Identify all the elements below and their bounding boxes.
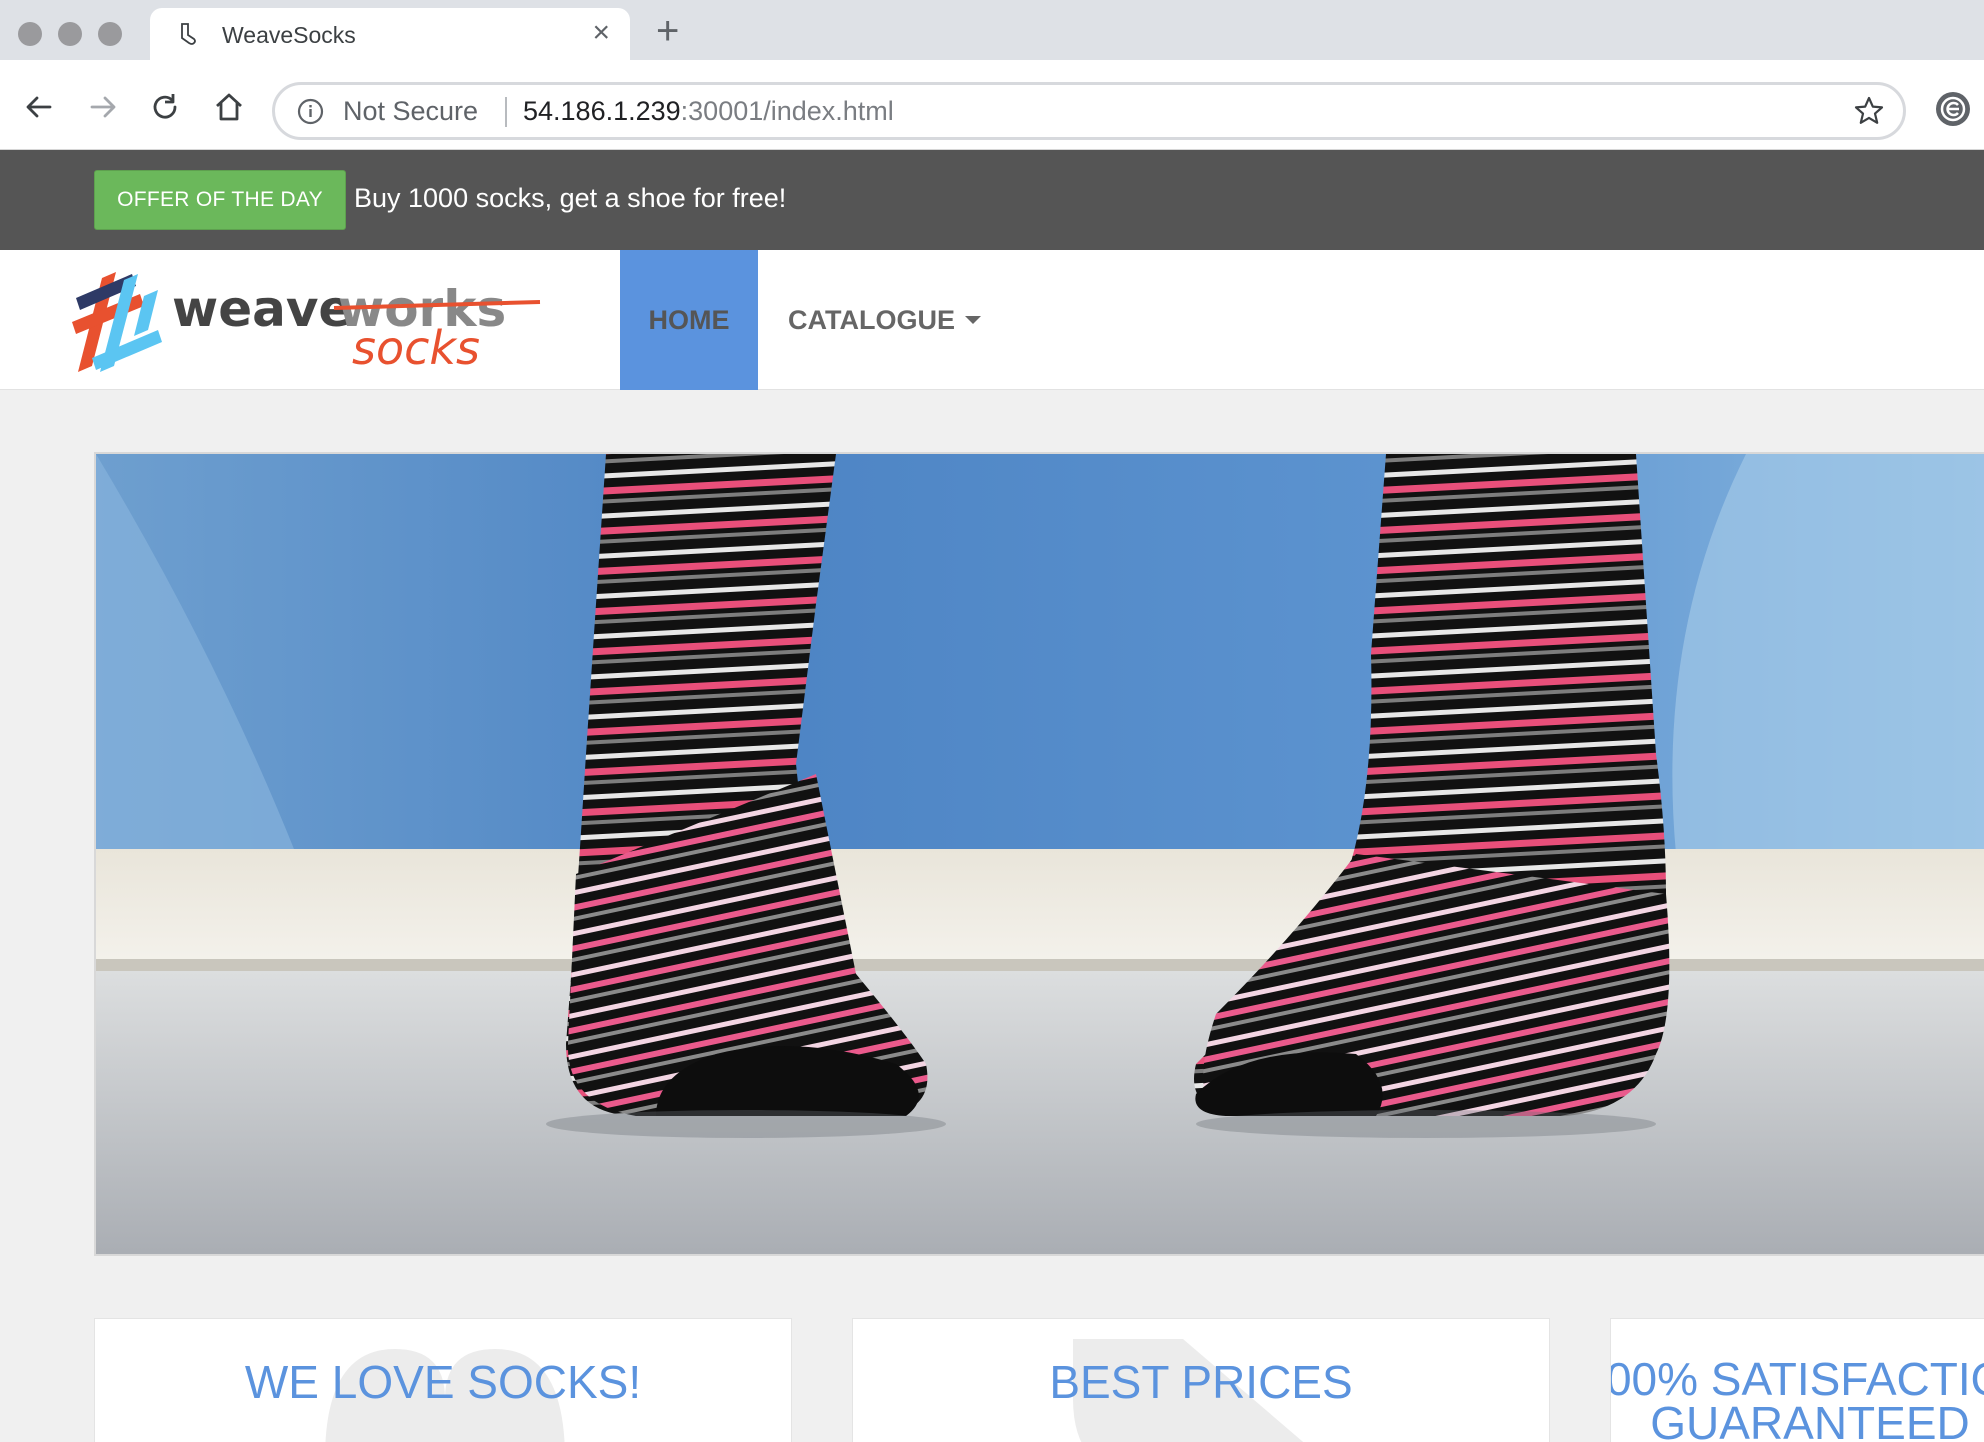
site-navbar: weave works socks HOME CATALOGUE [0,250,1984,390]
url-separator [505,97,507,127]
nav-catalogue[interactable]: CATALOGUE [788,250,981,390]
close-window-button[interactable] [18,22,42,46]
bookmark-star-icon[interactable] [1853,95,1885,127]
logo-word-socks: socks [352,321,480,372]
url-host: 54.186.1.239 [523,96,681,126]
extension-icon[interactable] [1936,92,1970,126]
weaveworks-socks-logo[interactable]: weave works socks [62,268,544,372]
feature-title: BEST PRICES [1049,1356,1353,1408]
home-icon[interactable] [212,90,246,124]
url-text: 54.186.1.239:30001/index.html [523,96,894,127]
feature-box-prices: BEST PRICES [852,1318,1550,1442]
striped-socks-photo [96,454,1984,1254]
maximize-window-button[interactable] [98,22,122,46]
new-tab-button[interactable]: + [656,11,679,51]
extension-e-icon [1940,96,1966,122]
browser-titlebar: WeaveSocks × + [0,0,1984,60]
info-icon[interactable] [297,98,324,125]
offer-bar: OFFER OF THE DAY Buy 1000 socks, get a s… [0,150,1984,250]
minimize-window-button[interactable] [58,22,82,46]
security-label: Not Secure [343,96,479,126]
forward-arrow-icon[interactable] [86,90,120,124]
url-path: :30001/index.html [680,96,894,126]
sock-favicon-icon [181,23,196,45]
tab-close-icon[interactable]: × [592,18,610,48]
nav-catalogue-label: CATALOGUE [788,305,955,335]
weaveworks-mark-icon [72,272,162,372]
browser-toolbar: Not Secure 54.186.1.239:30001/index.html [0,60,1984,150]
feature-box-love: WE LOVE SOCKS! [94,1318,792,1442]
feature-title: 100% SATISFACTION GUARANTEED [1611,1353,1984,1442]
offer-text[interactable]: Buy 1000 socks, get a shoe for free! [354,183,786,214]
reload-icon[interactable] [148,90,182,124]
offer-of-the-day-button[interactable]: OFFER OF THE DAY [94,170,346,230]
feature-title: WE LOVE SOCKS! [244,1356,642,1408]
address-bar[interactable]: Not Secure 54.186.1.239:30001/index.html [272,82,1906,140]
tab-title: WeaveSocks [222,22,356,48]
feature-box-guarantee: 100% SATISFACTION GUARANTEED [1610,1318,1984,1442]
browser-tab[interactable]: WeaveSocks × [150,8,630,60]
hero-image[interactable] [94,452,1984,1256]
back-arrow-icon[interactable] [22,90,56,124]
caret-down-icon [964,315,981,324]
logo-word-weave: weave [172,280,352,338]
nav-home[interactable]: HOME [620,250,758,390]
